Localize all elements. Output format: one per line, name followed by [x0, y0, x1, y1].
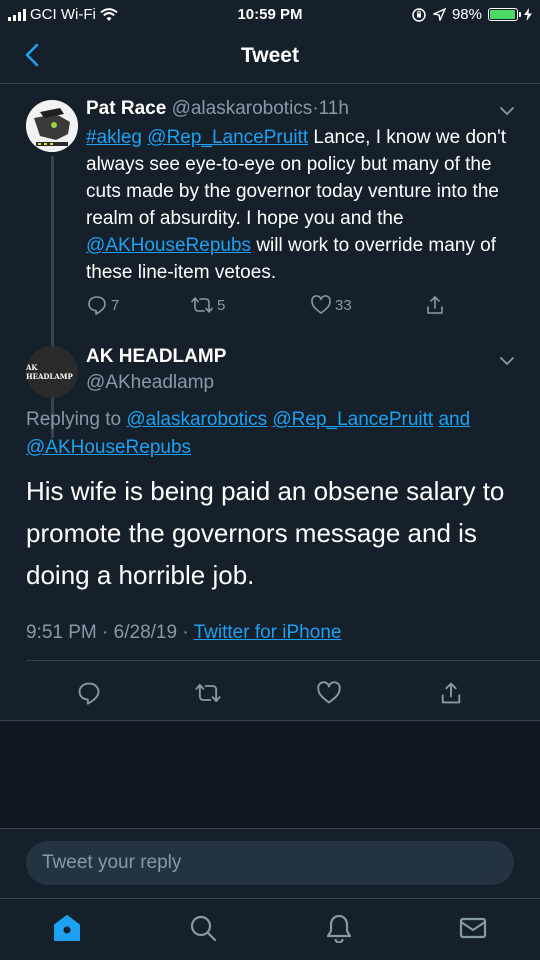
retweet-button[interactable] [194, 680, 222, 706]
bell-icon [326, 914, 352, 943]
share-icon [441, 682, 461, 704]
mention-link[interactable]: @alaskarobotics [126, 409, 267, 430]
search-icon [190, 915, 217, 942]
retweet-icon [191, 297, 213, 313]
share-button[interactable] [424, 294, 446, 316]
reply-button[interactable]: 7 [86, 294, 119, 316]
like-button[interactable] [316, 680, 342, 706]
reply-count: 7 [111, 296, 120, 314]
separator: · [102, 622, 109, 643]
status-right: 98% [411, 6, 532, 23]
robot-avatar-icon [26, 100, 78, 152]
avatar[interactable] [26, 100, 78, 152]
tweet-date: 6/28/19 [113, 622, 178, 643]
status-bar: GCI Wi-Fi 10:59 PM 98% [0, 0, 540, 30]
tab-notifications[interactable] [324, 913, 354, 943]
tweet-actions: 7 5 33 [86, 294, 466, 318]
tweet-text: #akleg @Rep_LancePruitt Lance, I know we… [86, 124, 526, 286]
nav-bar: Tweet [0, 30, 540, 84]
reply-input[interactable]: Tweet your reply [26, 841, 514, 885]
separator: · [182, 622, 189, 643]
empty-replies-area [0, 722, 540, 828]
heart-icon [317, 681, 341, 704]
tweet-time: 9:51 PM [26, 622, 97, 643]
reply-button[interactable] [76, 680, 102, 706]
hashtag-link[interactable]: #akleg [86, 127, 142, 148]
tab-home[interactable] [52, 913, 82, 943]
reply-icon [78, 682, 100, 705]
tab-bar [0, 898, 540, 960]
mention-link[interactable]: @AKHouseRepubs [86, 235, 251, 256]
like-count: 33 [335, 296, 352, 314]
tab-messages[interactable] [458, 913, 488, 943]
charging-icon [524, 8, 532, 21]
tweet-menu-button[interactable] [498, 352, 516, 370]
home-icon [54, 915, 80, 941]
divider [0, 720, 540, 721]
retweet-count: 5 [217, 296, 226, 314]
author-name[interactable]: AK HEADLAMP [86, 346, 226, 368]
tweet-meta: 9:51 PM · 6/28/19 · Twitter for iPhone [26, 622, 341, 644]
battery-icon [488, 8, 521, 21]
battery-percent: 98% [451, 6, 482, 23]
share-button[interactable] [438, 680, 464, 706]
client-link[interactable]: Twitter for iPhone [194, 622, 342, 643]
replying-to: Replying to @alaskarobotics @Rep_LancePr… [26, 406, 526, 462]
chevron-down-icon [500, 357, 514, 366]
like-button[interactable]: 33 [310, 294, 352, 316]
chevron-down-icon [500, 107, 514, 116]
retweet-icon [195, 683, 221, 703]
tweet-text: His wife is being paid an obsene salary … [26, 476, 505, 590]
avatar[interactable]: AK HEADLAMP [26, 346, 78, 398]
mention-link[interactable]: @AKHouseRepubs [26, 437, 191, 458]
tweet-menu-button[interactable] [498, 102, 516, 120]
tab-search[interactable] [188, 913, 218, 943]
share-icon [427, 296, 443, 314]
retweet-button[interactable]: 5 [190, 294, 225, 316]
author-handle[interactable]: @AKheadlamp [86, 372, 214, 394]
tweet-header: Pat Race @alaskarobotics·11h [86, 98, 349, 120]
heart-icon [311, 295, 331, 314]
author-name[interactable]: Pat Race [86, 98, 166, 119]
page-title: Tweet [241, 44, 299, 67]
location-icon [432, 8, 446, 21]
mention-link[interactable]: @Rep_LancePruitt [147, 127, 308, 148]
replying-and[interactable]: and [438, 409, 470, 430]
reply-icon [88, 296, 106, 315]
mention-link[interactable]: @Rep_LancePruitt [272, 409, 433, 430]
tweet-age: 11h [318, 98, 349, 119]
orientation-lock-icon [411, 7, 427, 23]
mail-icon [459, 917, 487, 939]
author-handle[interactable]: @alaskarobotics [172, 98, 313, 119]
reply-bar: Tweet your reply [0, 828, 540, 898]
replying-prefix: Replying to [26, 409, 127, 430]
divider [26, 660, 540, 661]
